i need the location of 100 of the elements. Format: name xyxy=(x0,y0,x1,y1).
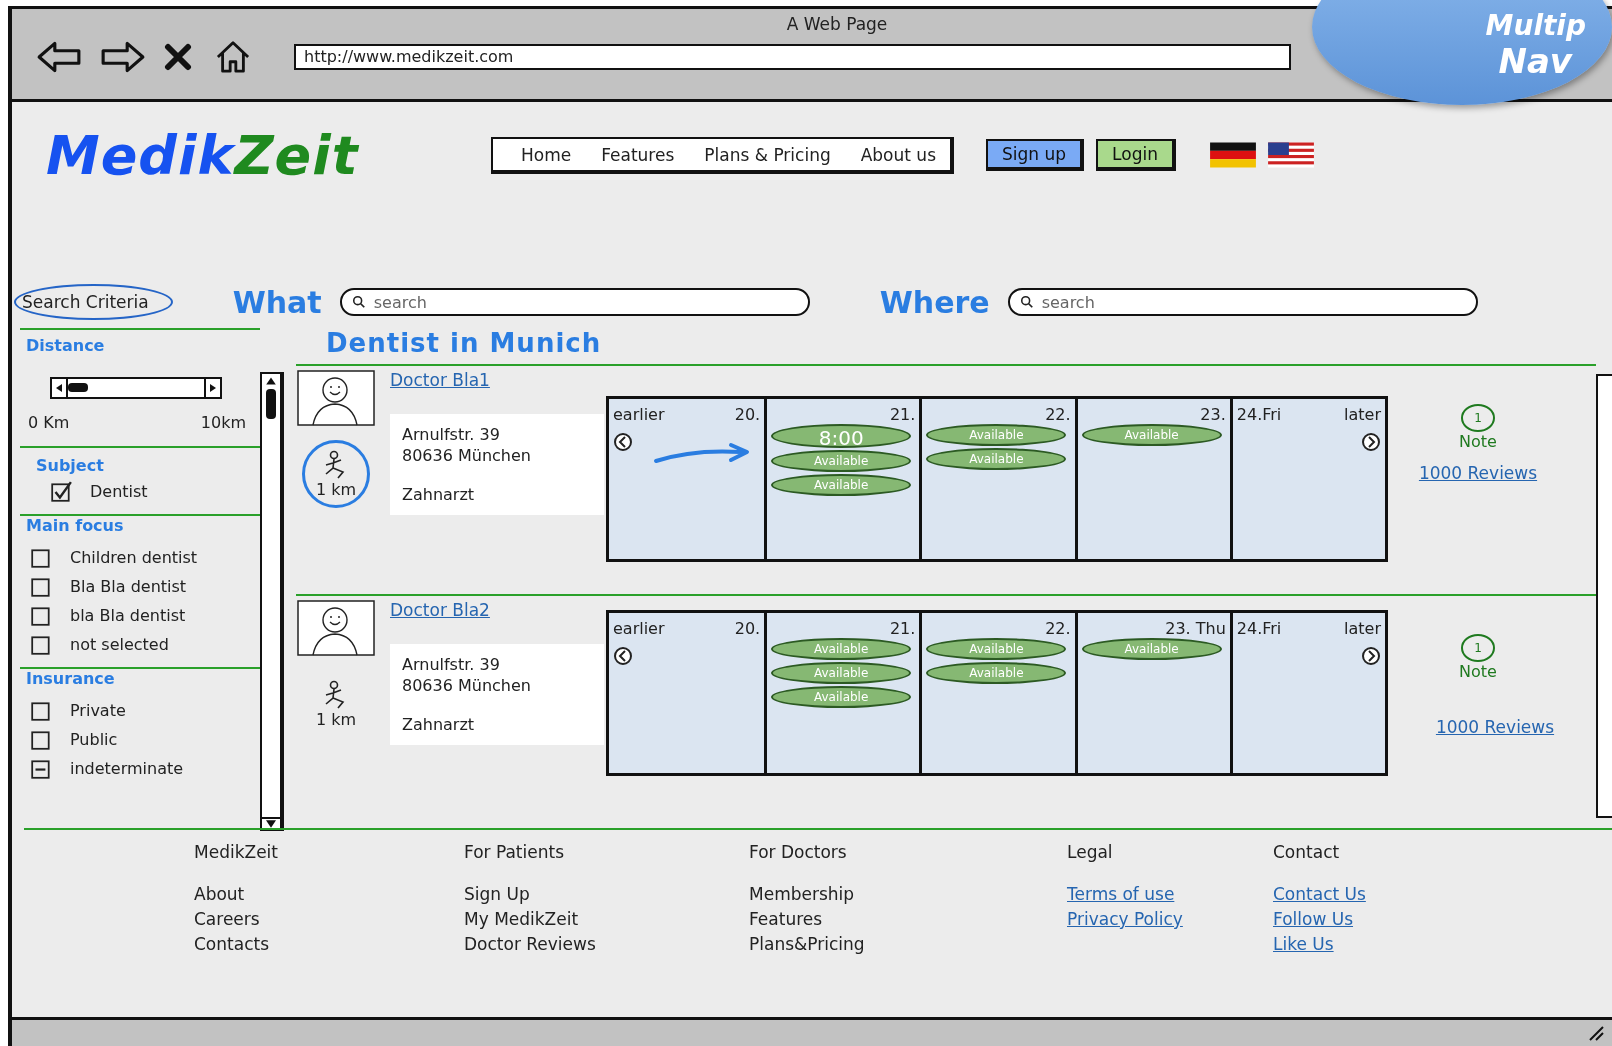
login-button[interactable]: Login xyxy=(1096,139,1176,171)
footer-link[interactable]: Like Us xyxy=(1273,932,1366,957)
later-label: later xyxy=(1344,619,1381,638)
day-label: 20. xyxy=(734,405,761,426)
what-label: What xyxy=(232,284,322,320)
earlier-label: earlier xyxy=(613,405,665,424)
checkbox[interactable] xyxy=(30,757,52,780)
footer-heading: MedikZeit xyxy=(194,842,279,862)
checkbox-option[interactable]: bla Bla dentist xyxy=(30,601,260,630)
note-label: Note xyxy=(1459,662,1497,681)
section-heading: Main focus xyxy=(26,516,125,535)
later-label: later xyxy=(1344,405,1381,424)
nav-link[interactable]: Features xyxy=(601,144,675,165)
address-line: Arnulfstr. 39 xyxy=(402,424,501,445)
where-search-field[interactable]: search xyxy=(1007,288,1478,316)
footer-item[interactable]: Careers xyxy=(194,907,464,932)
section-heading: Insurance xyxy=(26,669,116,688)
footer-link[interactable]: Privacy Policy xyxy=(1067,907,1273,932)
nav-link[interactable]: Plans & Pricing xyxy=(704,144,831,165)
checkbox-option[interactable]: Dentist xyxy=(50,477,260,506)
footer-heading: Contact xyxy=(1273,842,1341,862)
checkbox-option[interactable]: Bla Bla dentist xyxy=(30,572,260,601)
footer-item[interactable]: Membership xyxy=(749,882,1067,907)
footer-heading: For Patients xyxy=(464,842,566,862)
address-field[interactable]: http://www.medikzeit.com xyxy=(294,44,1291,70)
footer-item[interactable]: About xyxy=(194,882,464,907)
previous-icon[interactable] xyxy=(613,646,633,666)
day-label: 20. xyxy=(734,619,761,640)
search-icon xyxy=(1019,295,1034,309)
what-search-field[interactable]: search xyxy=(339,288,810,316)
callout-text: Multip xyxy=(1485,11,1586,41)
scrollbar[interactable] xyxy=(260,372,284,831)
back-arrow-icon[interactable] xyxy=(36,40,82,74)
checkbox[interactable] xyxy=(30,575,52,598)
range-min-label: 0 Km xyxy=(28,413,70,432)
footer-item[interactable]: Features xyxy=(749,907,1067,932)
footer-item[interactable]: Doctor Reviews xyxy=(464,932,749,957)
address-line: 80636 München xyxy=(402,445,532,466)
doctor-name-link[interactable]: Doctor Bla2 xyxy=(390,600,604,620)
footer-item[interactable]: My MedikZeit xyxy=(464,907,749,932)
day-label: 24.Fri xyxy=(1236,405,1282,426)
distance-badge[interactable]: 1 km xyxy=(302,670,370,738)
up-arrow-icon[interactable] xyxy=(265,376,277,386)
footer-item[interactable]: Sign Up xyxy=(464,882,749,907)
search-icon xyxy=(351,295,366,309)
footer-item[interactable]: Contacts xyxy=(194,932,464,957)
scroll-thumb[interactable] xyxy=(266,389,276,419)
search-criteria-label: Search Criteria xyxy=(14,284,173,320)
logo[interactable]: MedikZeit xyxy=(46,123,491,187)
footer-item[interactable]: Plans&Pricing xyxy=(749,932,1067,957)
address-line: Arnulfstr. 39 xyxy=(402,654,501,675)
results-heading: Dentist in Munich xyxy=(326,328,603,358)
distance-slider[interactable] xyxy=(50,377,222,399)
note-count: 1 xyxy=(1461,634,1495,662)
checkbox[interactable] xyxy=(50,480,72,503)
checkbox[interactable] xyxy=(30,604,52,627)
scrollbar[interactable] xyxy=(1596,374,1612,818)
day-label: 24.Fri xyxy=(1236,619,1282,640)
nav-link[interactable]: Home xyxy=(521,144,572,165)
previous-icon[interactable] xyxy=(613,432,633,452)
next-icon[interactable] xyxy=(1361,646,1381,666)
window-title: A Web Page xyxy=(786,14,888,34)
forward-arrow-icon[interactable] xyxy=(100,40,146,74)
down-arrow-icon[interactable] xyxy=(262,817,280,829)
specialty-text: Zahnarzt xyxy=(402,714,476,735)
reviews-link[interactable]: 1000 Reviews xyxy=(1418,463,1538,483)
footer-link[interactable]: Contact Us xyxy=(1273,882,1366,907)
checkbox-option[interactable]: not selected xyxy=(30,630,260,659)
section-heading: Subject xyxy=(36,456,105,475)
reviews-link[interactable]: 1000 Reviews xyxy=(1435,717,1555,737)
checkbox[interactable] xyxy=(30,633,52,656)
day-label: 23. Thu xyxy=(1165,619,1226,638)
range-max-label: 10km xyxy=(200,413,246,432)
close-icon[interactable] xyxy=(164,43,192,71)
footer-heading: Legal xyxy=(1067,842,1114,862)
footer-link[interactable]: Terms of use xyxy=(1067,882,1273,907)
checkbox-option[interactable]: Children dentist xyxy=(30,543,260,572)
checkbox[interactable] xyxy=(30,699,52,722)
checkbox[interactable] xyxy=(30,546,52,569)
checkbox-option[interactable]: Public xyxy=(30,725,260,754)
footer-link[interactable]: Follow Us xyxy=(1273,907,1366,932)
specialty-text: Zahnarzt xyxy=(402,484,476,505)
note-label: Note xyxy=(1459,432,1497,451)
checkbox-option[interactable]: indeterminate xyxy=(30,754,260,783)
day-label: 21. xyxy=(889,405,916,424)
day-label: 22. xyxy=(1045,405,1071,424)
earlier-label: earlier xyxy=(613,619,665,638)
next-icon[interactable] xyxy=(1361,432,1381,452)
sign-up-button[interactable]: Sign up xyxy=(986,139,1085,171)
address-line: 80636 München xyxy=(402,675,532,696)
right-arrow-icon[interactable] xyxy=(208,383,218,393)
checkbox[interactable] xyxy=(30,728,52,751)
left-arrow-icon[interactable] xyxy=(54,383,64,393)
doctor-name-link[interactable]: Doctor Bla1 xyxy=(390,370,604,390)
checkbox-option[interactable]: Private xyxy=(30,696,260,725)
distance-badge[interactable]: 1 km xyxy=(302,440,370,508)
callout-text: Nav xyxy=(1498,41,1572,81)
section-heading: Distance xyxy=(26,336,106,355)
nav-link[interactable]: About us xyxy=(860,144,936,165)
footer-heading: For Doctors xyxy=(749,842,848,862)
